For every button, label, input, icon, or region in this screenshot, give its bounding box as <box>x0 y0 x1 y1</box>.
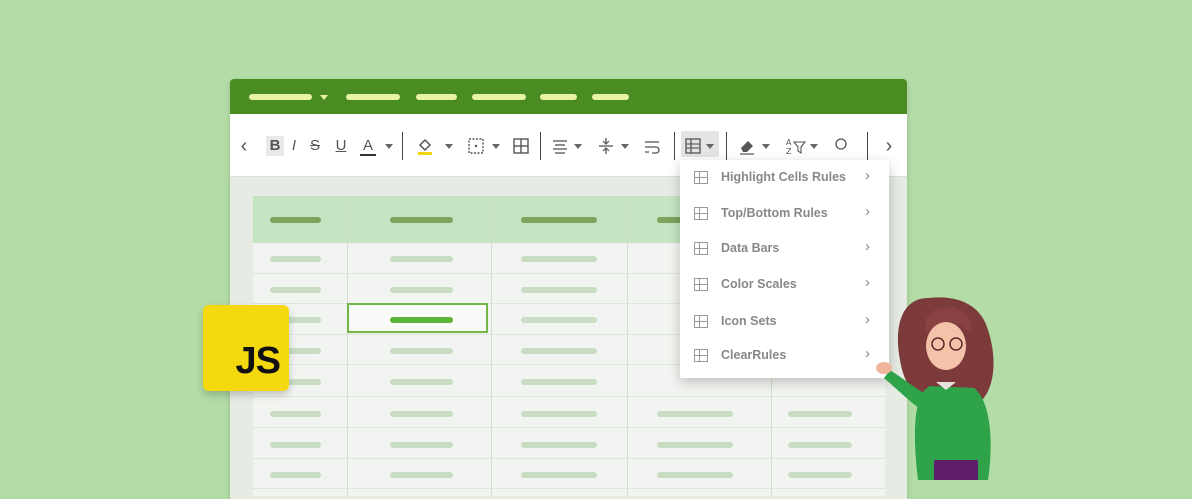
cell[interactable] <box>270 256 321 262</box>
ribbon-tabs <box>230 79 907 114</box>
cell[interactable] <box>390 442 453 448</box>
conditional-formatting-icon[interactable] <box>685 136 701 156</box>
vertical-align-icon[interactable] <box>598 136 614 156</box>
menu-item-highlight-cells-rules[interactable]: Highlight Cells Rules › <box>680 161 889 195</box>
tab-file[interactable] <box>249 94 312 100</box>
chevron-right-icon: › <box>865 203 870 220</box>
menu-item-clear-rules[interactable]: ClearRules › <box>680 339 889 373</box>
cell[interactable] <box>390 472 453 478</box>
clear-caret-icon[interactable] <box>762 144 770 149</box>
merge-cells-icon[interactable] <box>513 136 529 156</box>
scroll-left-button[interactable]: ‹ <box>238 136 250 156</box>
tab-home[interactable] <box>346 94 400 100</box>
menu-item-label: ClearRules <box>721 348 787 362</box>
cell[interactable] <box>788 411 852 417</box>
chevron-right-icon: › <box>865 167 870 184</box>
top-bottom-icon <box>694 207 708 220</box>
chevron-right-icon: › <box>865 238 870 255</box>
cell[interactable] <box>270 287 321 293</box>
color-scales-icon <box>694 278 708 291</box>
menu-item-label: Data Bars <box>721 241 780 255</box>
cell[interactable] <box>657 472 733 478</box>
clear-eraser-icon[interactable] <box>738 136 756 156</box>
cell[interactable] <box>521 287 597 293</box>
conditional-formatting-menu: Highlight Cells Rules › Top/Bottom Rules… <box>680 160 889 378</box>
toolbar-separator <box>726 132 727 160</box>
toolbar-separator <box>674 132 675 160</box>
wrap-text-icon[interactable] <box>644 136 660 156</box>
column-header[interactable] <box>390 217 453 223</box>
column-header[interactable] <box>521 217 597 223</box>
pointing-person-illustration <box>876 297 994 480</box>
svg-text:A: A <box>786 138 792 147</box>
cell[interactable] <box>521 442 597 448</box>
cell[interactable] <box>390 287 453 293</box>
scroll-right-button[interactable]: › <box>883 136 895 156</box>
cell[interactable] <box>270 472 321 478</box>
fill-color-icon[interactable] <box>416 136 434 156</box>
cell[interactable] <box>521 348 597 354</box>
menu-item-label: Top/Bottom Rules <box>721 206 828 220</box>
borders-caret-icon[interactable] <box>492 144 500 149</box>
bold-button[interactable]: B <box>268 136 282 156</box>
cell[interactable] <box>657 411 733 417</box>
font-color-button[interactable]: A <box>360 136 376 156</box>
menu-item-label: Color Scales <box>721 277 797 291</box>
cell[interactable] <box>521 472 597 478</box>
borders-icon[interactable] <box>468 136 484 156</box>
highlight-cells-icon <box>694 171 708 184</box>
clear-rules-icon <box>694 349 708 362</box>
sort-filter-caret-icon[interactable] <box>810 144 818 149</box>
data-bars-icon <box>694 242 708 255</box>
menu-item-label: Highlight Cells Rules <box>721 170 847 184</box>
cell[interactable] <box>521 317 597 323</box>
sort-filter-icon[interactable]: A Z <box>786 136 806 156</box>
toolbar-separator <box>402 132 403 160</box>
vertical-align-caret-icon[interactable] <box>621 144 629 149</box>
horizontal-align-icon[interactable] <box>552 136 568 156</box>
font-color-caret-icon[interactable] <box>385 144 393 149</box>
cell[interactable] <box>521 379 597 385</box>
column-header[interactable] <box>270 217 321 223</box>
cell[interactable] <box>657 442 733 448</box>
menu-item-label: Icon Sets <box>721 314 777 328</box>
selected-cell-value <box>390 317 453 323</box>
svg-text:Z: Z <box>786 147 792 156</box>
horizontal-align-caret-icon[interactable] <box>574 144 582 149</box>
conditional-formatting-caret-icon[interactable] <box>706 144 714 149</box>
tab-formulas[interactable] <box>472 94 526 100</box>
toolbar-separator <box>867 132 868 160</box>
cell[interactable] <box>521 256 597 262</box>
cell[interactable] <box>390 379 453 385</box>
tab-file-caret-icon[interactable] <box>320 95 328 100</box>
cell[interactable] <box>390 256 453 262</box>
javascript-logo: JS <box>203 305 289 391</box>
strikethrough-button[interactable]: S <box>309 136 321 156</box>
underline-button[interactable]: U <box>334 136 348 156</box>
menu-item-data-bars[interactable]: Data Bars › <box>680 232 889 266</box>
cell[interactable] <box>270 411 321 417</box>
italic-button[interactable]: I <box>288 136 300 156</box>
tab-view[interactable] <box>592 94 629 100</box>
find-icon[interactable] <box>834 136 848 156</box>
cell[interactable] <box>788 472 852 478</box>
tab-insert[interactable] <box>416 94 457 100</box>
chevron-right-icon: › <box>865 274 870 291</box>
toolbar-separator <box>540 132 541 160</box>
cell[interactable] <box>390 411 453 417</box>
menu-item-icon-sets[interactable]: Icon Sets › <box>680 305 889 339</box>
fill-color-caret-icon[interactable] <box>445 144 453 149</box>
javascript-logo-text: JS <box>235 340 281 382</box>
menu-item-top-bottom-rules[interactable]: Top/Bottom Rules › <box>680 197 889 231</box>
cell[interactable] <box>521 411 597 417</box>
cell[interactable] <box>788 442 852 448</box>
icon-sets-icon <box>694 315 708 328</box>
cell[interactable] <box>390 348 453 354</box>
menu-item-color-scales[interactable]: Color Scales › <box>680 268 889 302</box>
tab-data[interactable] <box>540 94 577 100</box>
cell[interactable] <box>270 442 321 448</box>
